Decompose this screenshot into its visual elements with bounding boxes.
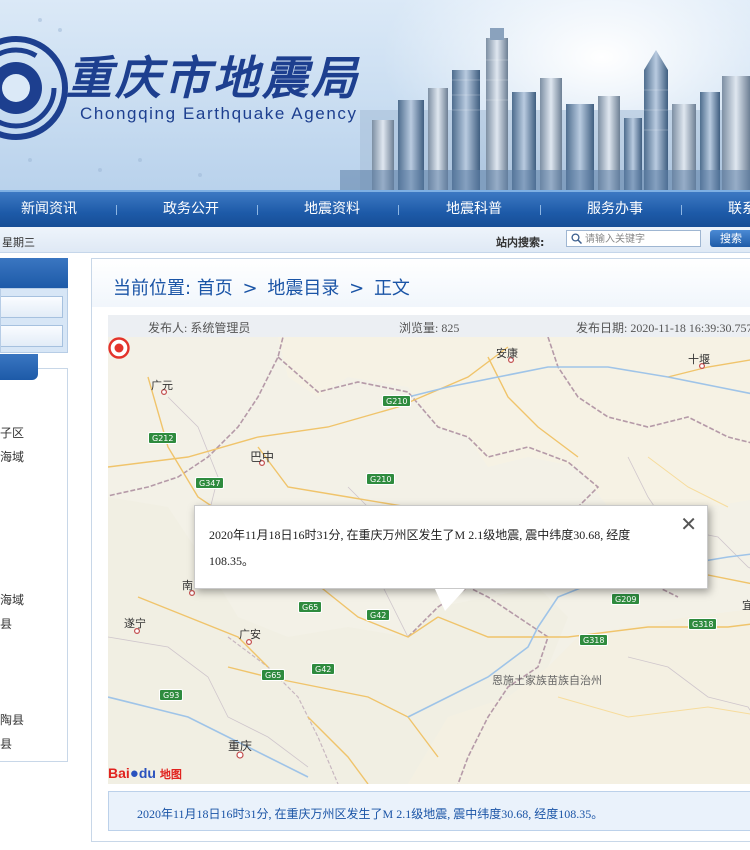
- highway-shield: G347: [195, 477, 225, 489]
- map-place-label: 十堰: [688, 353, 710, 366]
- highway-shield: G210: [382, 395, 412, 407]
- sidebar-header: [0, 258, 68, 288]
- highway-shield: G318: [688, 618, 718, 630]
- sidebar-item[interactable]: 海域: [0, 448, 24, 465]
- meta-author: 发布人: 系统管理员: [148, 321, 251, 335]
- popup-text: 2020年11月18日16时31分, 在重庆万州区发生了M 2.1级地震, 震中…: [209, 528, 631, 568]
- map-place-label: 重庆: [228, 739, 253, 753]
- sidebar-item[interactable]: 县: [0, 615, 12, 632]
- search-field: [566, 230, 701, 247]
- sidebar: 子区 海域 海域 县 陶县 县: [0, 258, 68, 762]
- nav-divider: [540, 205, 541, 215]
- map-place-label: 巴中: [250, 450, 275, 464]
- highway-shield: G42: [366, 609, 391, 621]
- sidebar-item[interactable]: 海域: [0, 591, 24, 608]
- map-place-label: 安康: [496, 347, 518, 360]
- map-place-label: 广安: [239, 628, 261, 641]
- highway-shield: G318: [579, 634, 609, 646]
- map-place-label: 恩施土家族苗族自治州: [492, 674, 602, 687]
- weekday-text: 星期三: [2, 236, 35, 249]
- breadcrumb: 当前位置: 首页 > 地震目录 > 正文: [113, 274, 410, 300]
- map-place-label: 宜: [742, 599, 750, 612]
- map-place-label: 广元: [151, 379, 173, 392]
- map-place-label: 南: [182, 579, 193, 592]
- agency-logo-icon: [0, 36, 68, 140]
- highway-shield: G93: [159, 689, 184, 701]
- baidu-paw-icon: ●: [129, 765, 139, 782]
- search-button[interactable]: 搜索: [710, 230, 750, 247]
- nav-divider: [681, 205, 682, 215]
- nav-item-data[interactable]: 地震资料: [277, 192, 387, 227]
- breadcrumb-separator: >: [242, 278, 258, 299]
- main-nav: 新闻资讯 政务公开 地震资料 地震科普 服务办事 联系: [0, 190, 750, 227]
- epicenter-marker-icon[interactable]: [108, 337, 130, 359]
- article-caption-box: 2020年11月18日16时31分, 在重庆万州区发生了M 2.1级地震, 震中…: [108, 791, 750, 831]
- nav-divider: [116, 205, 117, 215]
- earthquake-map[interactable]: 安康 十堰 广元 巴中 南 遂宁 广安 重庆 恩施土家族苗族自治州 宜 G210…: [108, 337, 750, 784]
- sidebar-list: 子区 海域 海域 县 陶县 县: [0, 368, 68, 762]
- sidebar-item[interactable]: 县: [0, 735, 12, 752]
- nav-item-science[interactable]: 地震科普: [419, 192, 529, 227]
- breadcrumb-current: 正文: [373, 278, 410, 299]
- nav-item-government[interactable]: 政务公开: [136, 192, 246, 227]
- popup-pointer: [435, 589, 465, 611]
- highway-shield: G209: [611, 593, 641, 605]
- sidebar-button-1[interactable]: [1, 296, 63, 318]
- sidebar-item[interactable]: 陶县: [0, 711, 24, 728]
- site-title: 重庆市地震局: [66, 51, 360, 105]
- nav-item-services[interactable]: 服务办事: [560, 192, 670, 227]
- article-meta: 发布人: 系统管理员 浏览量: 825 发布日期: 2020-11-18 16:…: [108, 315, 750, 337]
- sidebar-tab: [0, 354, 38, 380]
- highway-shield: G65: [261, 669, 286, 681]
- baidu-map-logo: Bai●du 地图: [108, 765, 182, 782]
- highway-shield: G42: [311, 663, 336, 675]
- sidebar-panel: [0, 288, 68, 353]
- info-bar: 星期三 站内搜索: 搜索: [0, 227, 750, 253]
- breadcrumb-separator: >: [349, 278, 365, 299]
- breadcrumb-prefix: 当前位置:: [113, 278, 192, 299]
- map-info-popup: 2020年11月18日16时31分, 在重庆万州区发生了M 2.1级地震, 震中…: [194, 505, 708, 611]
- breadcrumb-bar: 当前位置: 首页 > 地震目录 > 正文: [92, 259, 750, 307]
- search-label: 站内搜索:: [496, 236, 545, 249]
- sidebar-button-2[interactable]: [1, 325, 63, 347]
- site-subtitle: Chongqing Earthquake Agency: [80, 104, 358, 123]
- main-content: 当前位置: 首页 > 地震目录 > 正文 发布人: 系统管理员 浏览量: 825…: [91, 258, 750, 842]
- meta-date: 发布日期: 2020-11-18 16:39:30.757: [576, 321, 750, 335]
- nav-divider: [398, 205, 399, 215]
- nav-item-contact[interactable]: 联系: [702, 192, 750, 227]
- search-icon: [571, 233, 582, 244]
- search-input[interactable]: [585, 232, 697, 246]
- site-banner: 重庆市地震局 Chongqing Earthquake Agency: [0, 0, 750, 190]
- meta-views: 浏览量: 825: [399, 321, 460, 335]
- article-caption: 2020年11月18日16时31分, 在重庆万州区发生了M 2.1级地震, 震中…: [137, 807, 604, 821]
- nav-divider: [257, 205, 258, 215]
- close-icon[interactable]: ✕: [680, 514, 697, 534]
- highway-shield: G212: [148, 432, 178, 444]
- map-place-label: 遂宁: [124, 617, 146, 630]
- nav-item-news[interactable]: 新闻资讯: [0, 192, 104, 227]
- sidebar-item[interactable]: 子区: [0, 424, 24, 441]
- breadcrumb-catalog-link[interactable]: 地震目录: [267, 278, 339, 299]
- highway-shield: G65: [298, 601, 323, 613]
- highway-shield: G210: [366, 473, 396, 485]
- breadcrumb-home-link[interactable]: 首页: [197, 278, 233, 299]
